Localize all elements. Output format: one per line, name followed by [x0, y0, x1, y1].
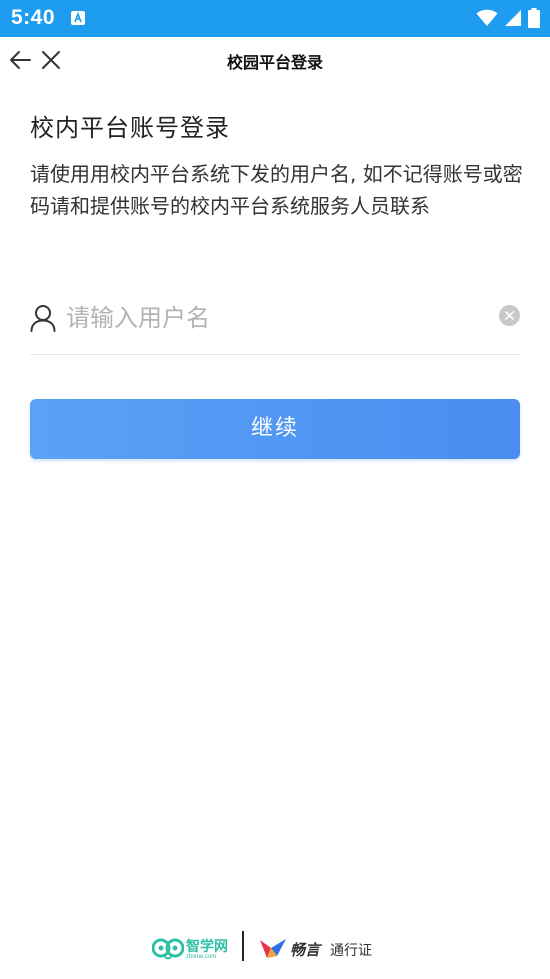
continue-button[interactable]: 继续	[30, 399, 520, 459]
username-input[interactable]	[66, 298, 486, 338]
status-time: 5:40	[11, 6, 56, 29]
bird-icon	[260, 939, 286, 958]
zhixue-name: 智学网	[186, 939, 228, 955]
owl-icon	[152, 938, 184, 960]
clear-icon[interactable]	[499, 305, 520, 326]
battery-icon	[528, 8, 540, 28]
page-title: 校园平台登录	[226, 53, 323, 72]
status-bar: 5:40	[0, 0, 550, 37]
cellular-signal-icon	[505, 10, 521, 26]
wifi-icon	[476, 9, 498, 26]
zhixue-domain: zhixue.com	[186, 954, 217, 960]
login-heading: 校内平台账号登录	[30, 114, 230, 142]
user-icon	[30, 305, 56, 332]
nav-bar: 校园平台登录	[0, 37, 550, 83]
footer: 智学网 zhixue.com 畅言 通行证	[0, 928, 550, 968]
status-icons	[476, 8, 540, 28]
app-notification-icon	[71, 11, 85, 25]
footer-divider	[242, 931, 244, 961]
login-description: 请使用用校内平台系统下发的用户名, 如不记得账号或密码请和提供账号的校内平台系统…	[30, 162, 523, 218]
changyan-name: 畅言	[290, 941, 321, 959]
username-field	[30, 292, 520, 355]
passport-label: 通行证	[330, 943, 372, 959]
